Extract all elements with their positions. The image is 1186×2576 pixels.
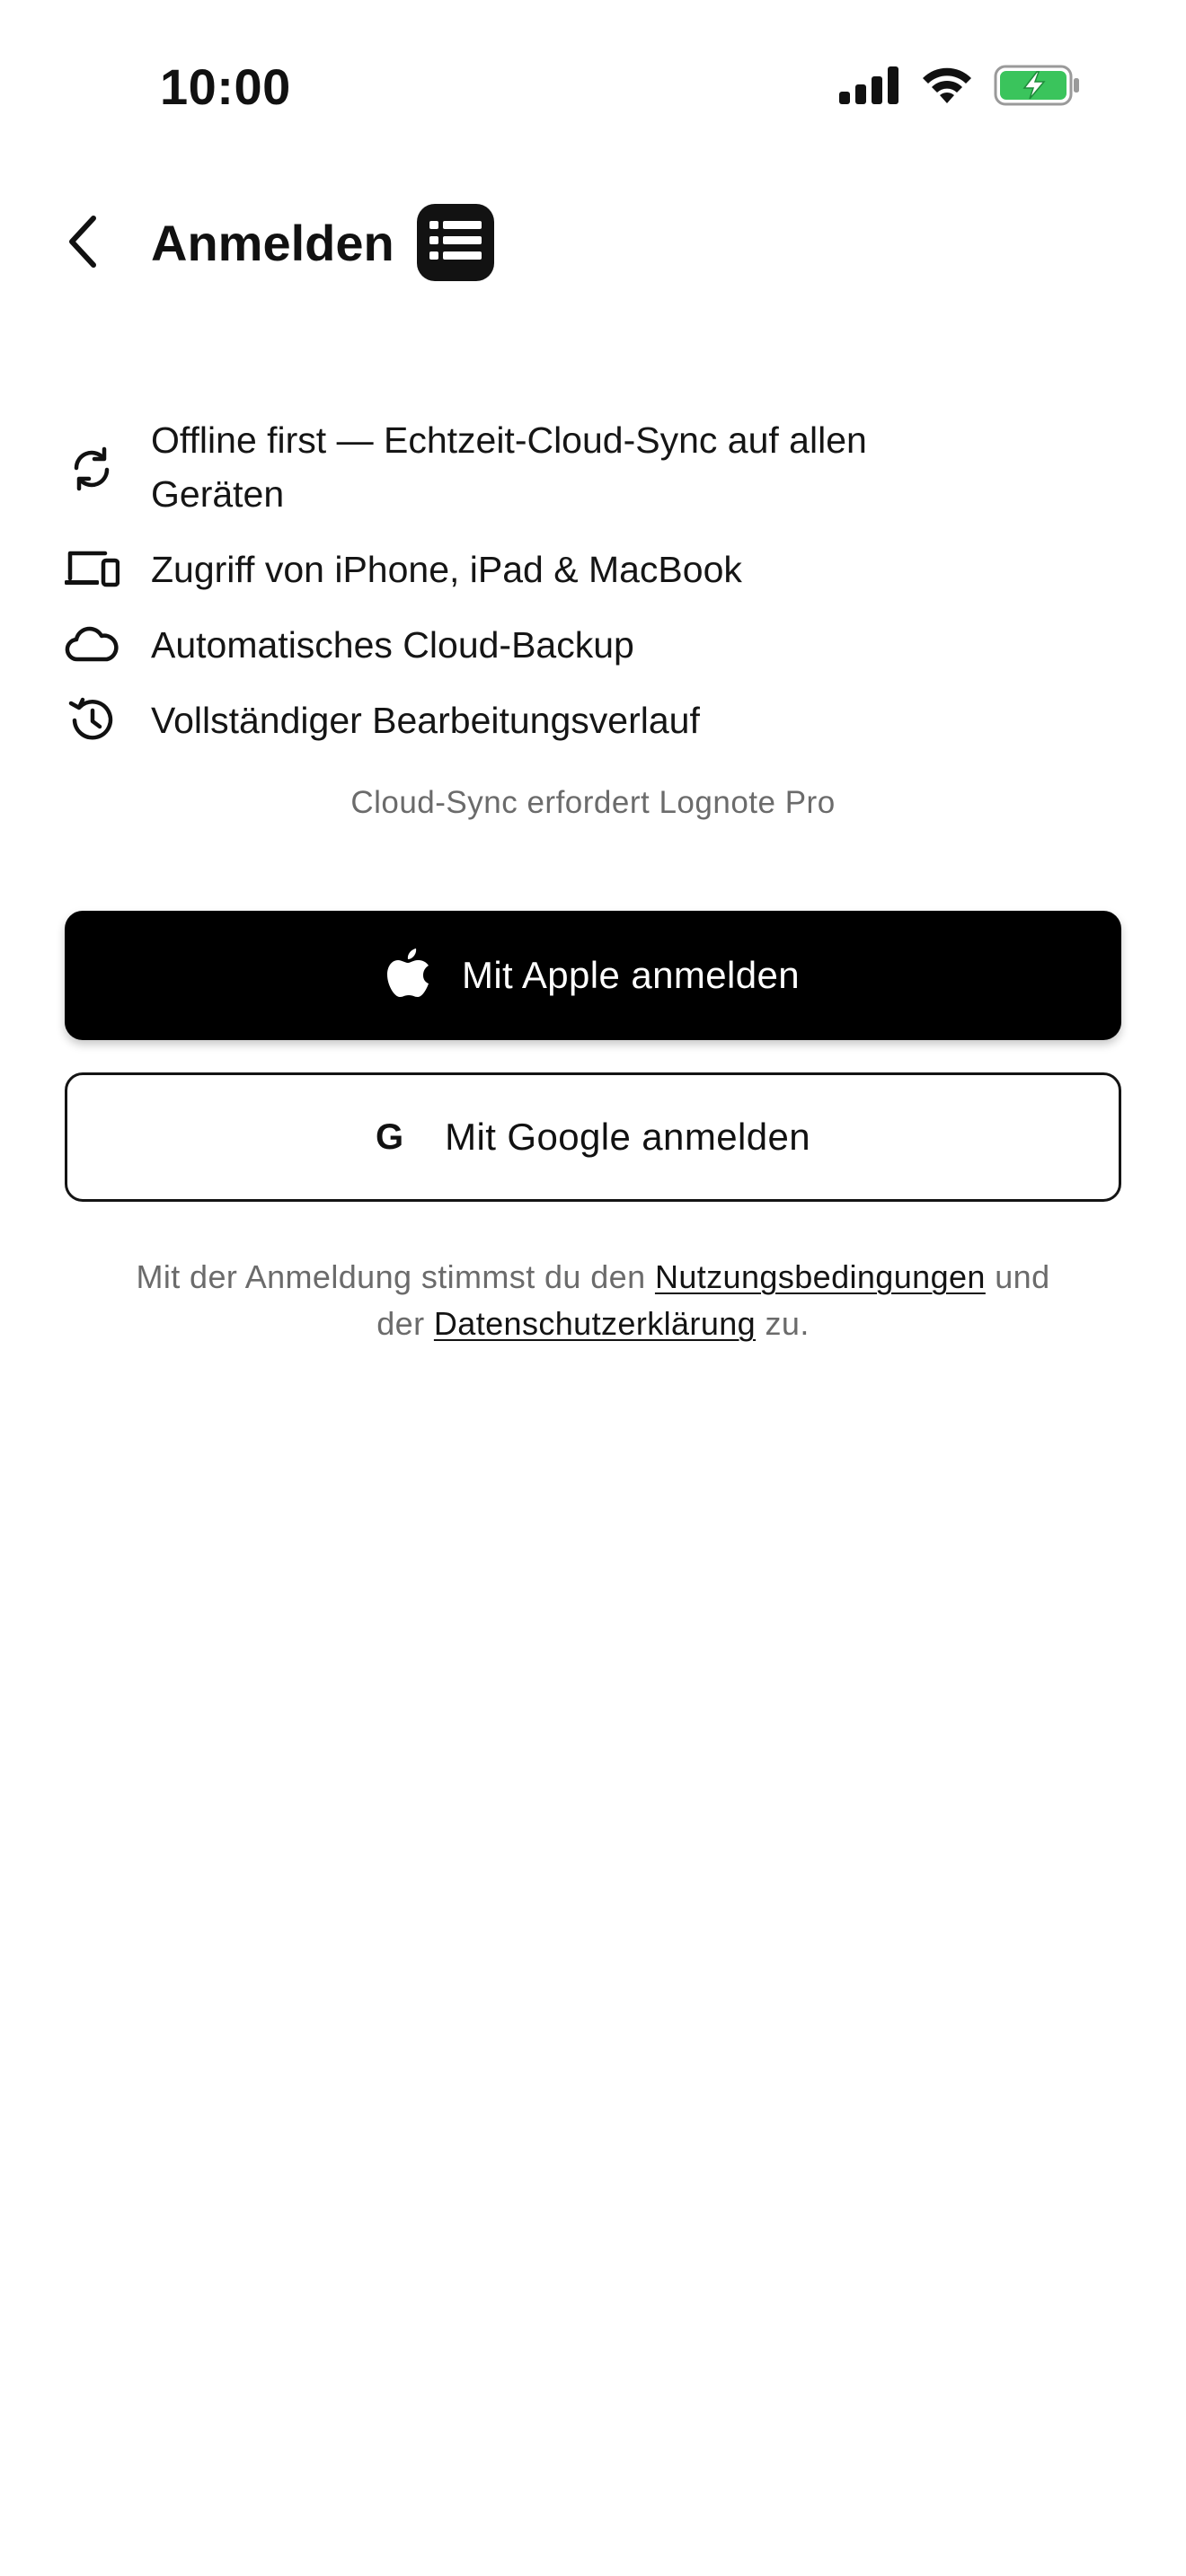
cloud-icon <box>63 616 120 674</box>
apple-button-label: Mit Apple anmelden <box>461 954 801 996</box>
pro-requirement-note: Cloud-Sync erfordert Lognote Pro <box>350 785 836 820</box>
legal-notice: Mit der Anmeldung stimmst du den Nutzung… <box>72 1254 1114 1347</box>
feature-text-line: Geräten <box>151 473 285 515</box>
legal-text: und <box>995 1258 1050 1295</box>
apple-icon <box>386 947 431 1005</box>
google-icon: G <box>376 1117 404 1157</box>
back-button[interactable] <box>47 207 119 279</box>
feature-text-line: Offline first — Echtzeit-Cloud-Sync auf … <box>151 419 867 461</box>
battery-charging-icon <box>994 65 1080 110</box>
history-icon <box>63 692 120 749</box>
status-bar: 10:00 <box>0 0 1186 162</box>
wifi-icon <box>920 66 974 110</box>
sign-in-with-apple-button[interactable]: Mit Apple anmelden <box>65 911 1121 1040</box>
header: Anmelden <box>0 194 1186 293</box>
feature-text: Offline first — Echtzeit-Cloud-Sync auf … <box>151 413 1049 521</box>
chevron-left-icon <box>63 213 102 275</box>
list-icon <box>429 220 482 265</box>
privacy-policy-link[interactable]: Datenschutzerklärung <box>434 1305 756 1342</box>
legal-text: Mit der Anmeldung stimmst du den <box>136 1258 646 1295</box>
legal-text: zu. <box>765 1305 810 1342</box>
sign-in-with-google-button[interactable]: G Mit Google anmelden <box>65 1072 1121 1202</box>
legal-text: der <box>376 1305 425 1342</box>
feature-text: Vollständiger Bearbeitungsverlauf <box>151 700 700 741</box>
status-icons <box>839 65 1080 110</box>
terms-of-use-link[interactable]: Nutzungsbedingungen <box>655 1258 986 1295</box>
google-button-label: Mit Google anmelden <box>445 1116 810 1158</box>
cellular-signal-icon <box>839 66 900 109</box>
feature-text: Zugriff von iPhone, iPad & MacBook <box>151 549 742 590</box>
devices-icon <box>63 541 120 598</box>
status-time: 10:00 <box>160 58 291 115</box>
feature-text: Automatisches Cloud-Backup <box>151 624 634 666</box>
app-logo <box>417 204 494 281</box>
page-title: Anmelden <box>151 215 394 271</box>
sync-icon <box>63 440 120 498</box>
